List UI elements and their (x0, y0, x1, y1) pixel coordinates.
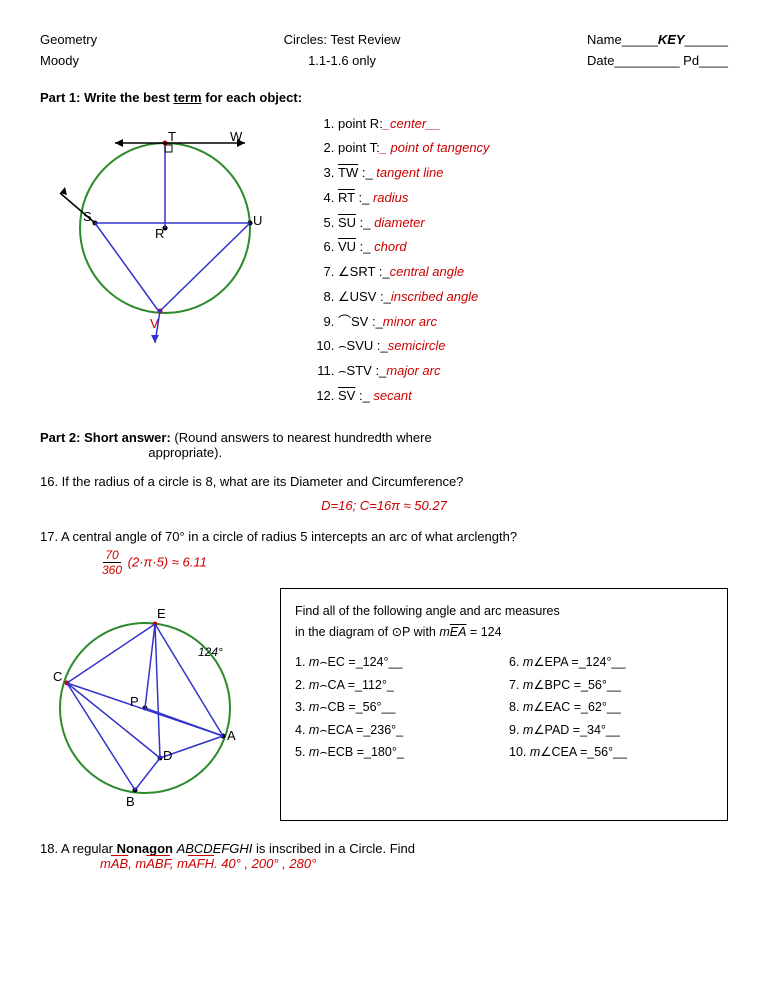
course-name: Geometry (40, 30, 97, 51)
term-item-6: VU :_ chord (338, 236, 728, 259)
q17-text: 17. A central angle of 70° in a circle o… (40, 529, 517, 544)
part2-header: Part 2: Short answer: (Round answers to … (40, 430, 728, 460)
diagram2-svg: 124° E C A B D P (40, 588, 250, 818)
q16: 16. If the radius of a circle is 8, what… (40, 472, 728, 518)
part18-formula: mAB, mABF, mAFH. 40° , 200° , 280° (100, 856, 728, 871)
term-item-11: ⌢STV :_major arc (338, 360, 728, 383)
ans-10: 10. m∠CEA =_56°__ (509, 741, 713, 764)
label-V: V (150, 316, 159, 331)
label-T: T (168, 129, 176, 144)
ans-9: 9. m∠PAD =_34°__ (509, 719, 713, 742)
part1-header: Part 1: Write the best term for each obj… (40, 90, 728, 105)
part1-content: W T (40, 113, 728, 410)
part2-section: Part 2: Short answer: (Round answers to … (40, 430, 728, 578)
name-line: Name_____KEY______ (587, 30, 728, 51)
q17-answer: 70 360 (2·π·5) ≈ 6.11 (100, 548, 728, 578)
label-U: U (253, 213, 262, 228)
part18-section: 18. A regular Nonagon ABCDEFGHI is inscr… (40, 841, 728, 871)
term-item-9: ⌒SV :_minor arc (338, 311, 728, 334)
term-item-10: ⌢SVU :_semicircle (338, 335, 728, 358)
part1-instruction: Write the best term for each object: (84, 90, 302, 105)
terms-list: point R:_center__ point T:_ point of tan… (320, 113, 728, 410)
ans-7: 7. m∠BPC =_56°__ (509, 674, 713, 697)
ans-6: 6. m∠EPA =_124°__ (509, 651, 713, 674)
ans-1: 1. m⌢EC =_124°__ (295, 651, 499, 674)
worksheet-title: Circles: Test Review (284, 30, 401, 51)
answers-box: Find all of the following angle and arc … (280, 588, 728, 821)
term-item-2: point T:_ point of tangency (338, 137, 728, 160)
q16-text: 16. If the radius of a circle is 8, what… (40, 474, 463, 489)
label-B: B (126, 794, 135, 809)
part1-section: Part 1: Write the best term for each obj… (40, 90, 728, 410)
term-item-8: ∠USV :_inscribed angle (338, 286, 728, 309)
label-S: S (83, 209, 92, 224)
term-item-4: RT :_ radius (338, 187, 728, 210)
term-item-12: SV :_ secant (338, 385, 728, 408)
label-P: P (130, 694, 139, 709)
term-item-5: SU :_ diameter (338, 212, 728, 235)
part18-answer: 40° , 200° , 280° (221, 856, 316, 871)
answers-col1: 1. m⌢EC =_124°__ 2. m⌢CA =_112°_ 3. m⌢CB… (295, 651, 499, 764)
part2-label: Part 2: (40, 430, 80, 445)
term-item-3: TW :_ tangent line (338, 162, 728, 185)
diagram1: W T (40, 113, 300, 410)
label-A: A (227, 728, 236, 743)
name-date-block: Name_____KEY______ Date_________ Pd____ (587, 30, 728, 72)
label-D: D (163, 748, 172, 763)
diagram2: 124° E C A B D P (40, 588, 260, 821)
nonagon-vertices: ABCDEFGHI (177, 841, 253, 856)
part2-short-answer: Short answer: (84, 430, 171, 445)
diagram1-svg: W T (40, 113, 290, 353)
worksheet-subtitle: 1.1-1.6 only (284, 51, 401, 72)
label-C: C (53, 669, 62, 684)
course-info: Geometry Moody (40, 30, 97, 72)
ans-4: 4. m⌢ECA =_236°_ (295, 719, 499, 742)
label-R: R (155, 226, 164, 241)
fraction-70-360: 70 360 (100, 548, 124, 578)
label-W: W (230, 129, 243, 144)
answers-col2: 6. m∠EPA =_124°__ 7. m∠BPC =_56°__ 8. m∠… (509, 651, 713, 764)
q17: 17. A central angle of 70° in a circle o… (40, 527, 728, 578)
ans-3: 3. m⌢CB =_56°__ (295, 696, 499, 719)
date-line: Date_________ Pd____ (587, 51, 728, 72)
teacher-name: Moody (40, 51, 97, 72)
ans-5: 5. m⌢ECB =_180°_ (295, 741, 499, 764)
ans-2: 2. m⌢CA =_112°_ (295, 674, 499, 697)
title-block: Circles: Test Review 1.1-1.6 only (284, 30, 401, 72)
q16-answer: D=16; C=16π ≈ 50.27 (40, 496, 728, 517)
part1-label: Part 1: (40, 90, 80, 105)
arc-124-label: 124° (198, 645, 223, 659)
box-title: Find all of the following angle and arc … (295, 601, 713, 644)
page-header: Geometry Moody Circles: Test Review 1.1-… (40, 30, 728, 72)
term-item-1: point R:_center__ (338, 113, 728, 136)
nonagon-label: Nonagon (117, 841, 173, 856)
part3-section: 124° E C A B D P Find all of the followi… (40, 588, 728, 821)
answers-columns: 1. m⌢EC =_124°__ 2. m⌢CA =_112°_ 3. m⌢CB… (295, 651, 713, 764)
term-item-7: ∠SRT :_central angle (338, 261, 728, 284)
ans-8: 8. m∠EAC =_62°__ (509, 696, 713, 719)
part18-question: 18. A regular Nonagon ABCDEFGHI is inscr… (40, 841, 728, 856)
label-E: E (157, 606, 166, 621)
